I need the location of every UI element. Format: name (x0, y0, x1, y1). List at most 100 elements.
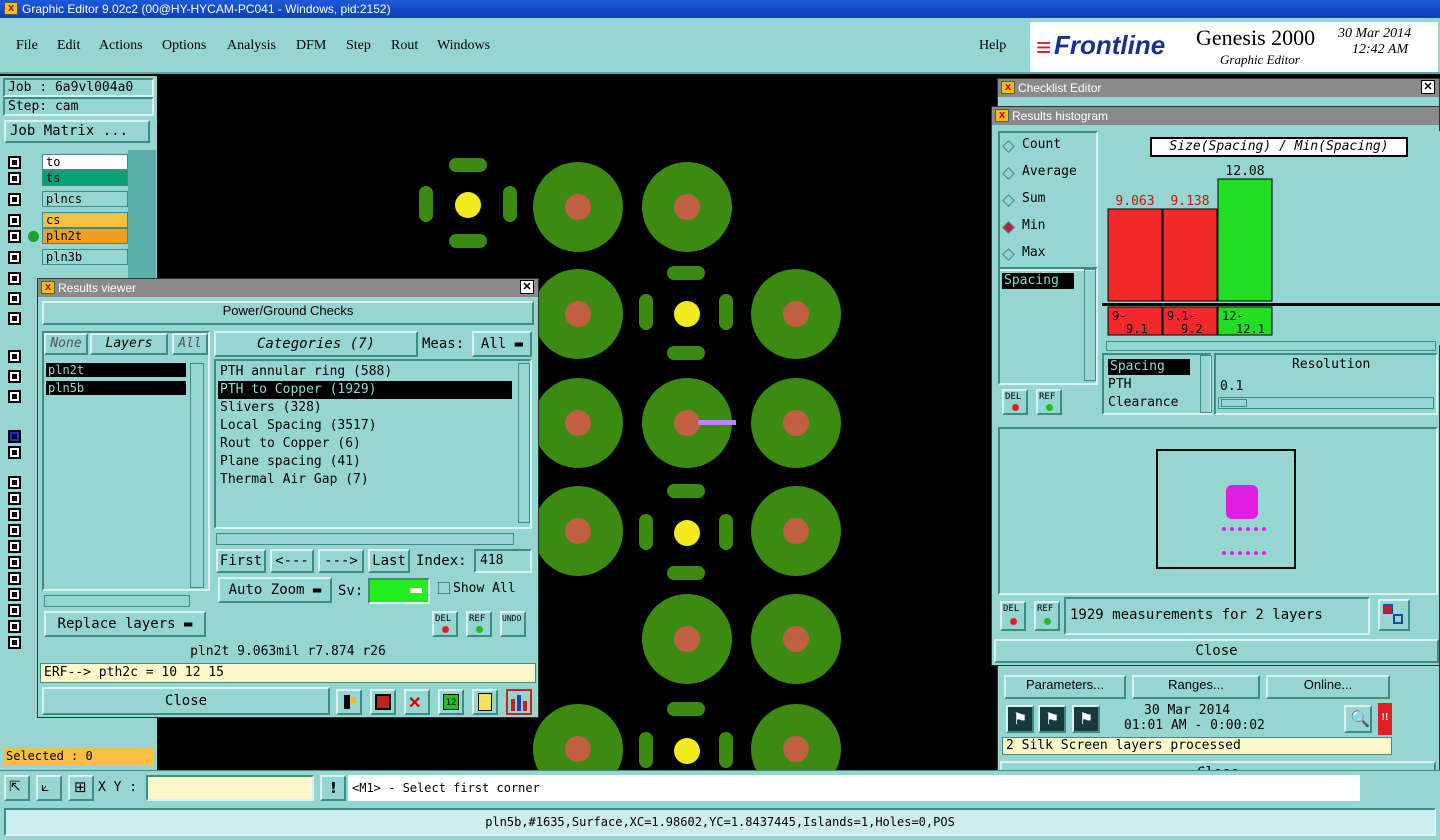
job-matrix-button[interactable]: Job Matrix ... (4, 120, 150, 143)
histogram-bar[interactable] (1162, 208, 1218, 302)
show-all-checkbox[interactable] (438, 582, 450, 594)
ref-icon[interactable]: REF (466, 611, 492, 637)
category-item[interactable]: Local Spacing (3517) (218, 417, 512, 435)
category-item[interactable]: Slivers (328) (218, 399, 512, 417)
category-item[interactable]: Plane spacing (41) (218, 453, 512, 471)
category-item[interactable]: PTH to Copper (1929) (218, 381, 512, 399)
layer-row[interactable]: pln2t (4, 228, 152, 245)
histogram-hscrollbar[interactable] (1106, 341, 1436, 351)
meas-dropdown[interactable]: All ▬ (472, 331, 532, 357)
menu-analysis[interactable]: Analysis (227, 38, 276, 54)
radio-selected-icon[interactable] (1002, 221, 1015, 234)
parameters-button[interactable]: Parameters... (1004, 675, 1126, 699)
menu-edit[interactable]: Edit (57, 38, 80, 54)
menu-dfm[interactable]: DFM (296, 38, 326, 54)
layer-checkbox[interactable] (8, 230, 21, 243)
measure-icon[interactable]: ⟀ (36, 775, 62, 801)
close-icon[interactable]: ✕ (520, 280, 534, 294)
chart-tool-icon[interactable] (370, 689, 396, 715)
histogram-bar[interactable] (1107, 208, 1163, 302)
menu-step[interactable]: Step (346, 38, 371, 54)
menu-help[interactable]: Help (979, 38, 1006, 54)
layer-row[interactable]: pln3b (4, 249, 152, 266)
categories-button[interactable]: Categories (7) (214, 331, 418, 357)
radio-icon[interactable] (1002, 167, 1015, 180)
categories-hscrollbar[interactable] (216, 533, 514, 545)
metric-list-item[interactable]: PTH (1108, 377, 1131, 392)
first-button[interactable]: First (216, 549, 266, 573)
spacing-list-item[interactable]: Spacing (1002, 273, 1074, 289)
menu-options[interactable]: Options (162, 38, 206, 54)
index-input[interactable]: 418 (474, 549, 532, 573)
run-icon[interactable]: ⚑ (1006, 705, 1034, 733)
resolution-slider[interactable] (1218, 397, 1434, 409)
prev-button[interactable]: <--- (270, 549, 314, 573)
alert-icon[interactable]: !! (1378, 703, 1392, 735)
run-all-icon[interactable]: ⚑ (1038, 705, 1066, 733)
layer-list-item[interactable]: pln2t (46, 363, 186, 377)
layer-checkbox[interactable] (8, 214, 21, 227)
layer-row[interactable]: ts (4, 170, 152, 187)
mode-option[interactable]: Min (1002, 218, 1096, 245)
ranges-button[interactable]: Ranges... (1132, 675, 1260, 699)
menu-rout[interactable]: Rout (391, 38, 418, 54)
menu-actions[interactable]: Actions (99, 38, 143, 54)
slider-thumb[interactable] (1221, 399, 1247, 407)
layer-list-item[interactable]: pln5b (46, 381, 186, 395)
power-ground-header[interactable]: Power/Ground Checks (42, 301, 534, 325)
layer-row[interactable]: plncs (4, 191, 152, 208)
category-item[interactable]: Rout to Copper (6) (218, 435, 512, 453)
zoom-icon[interactable]: 🔍 (1344, 705, 1372, 733)
layer-tool-icon[interactable] (336, 689, 362, 715)
layer-checkbox[interactable] (8, 156, 21, 169)
del-icon[interactable]: DEL (432, 611, 458, 637)
mode-option[interactable]: Sum (1002, 191, 1096, 218)
grid-icon[interactable]: ⊞ (68, 775, 94, 801)
export-icon[interactable] (1378, 599, 1410, 631)
radio-icon[interactable] (1002, 140, 1015, 153)
ref-icon[interactable]: REF (1036, 389, 1062, 415)
auto-zoom-dropdown[interactable]: Auto Zoom ▬ (218, 577, 332, 603)
next-button[interactable]: ---> (318, 549, 364, 573)
report-tool-icon[interactable] (472, 689, 498, 715)
categories-scrollbar[interactable] (518, 363, 530, 523)
menu-file[interactable]: File (16, 38, 38, 54)
del-icon[interactable]: DEL (1000, 601, 1026, 631)
info-icon[interactable]: ! (320, 775, 346, 801)
metric-list-scrollbar[interactable] (1200, 355, 1212, 413)
undo-icon[interactable]: UNDO (500, 611, 526, 637)
close-button[interactable]: Close (42, 687, 330, 715)
last-button[interactable]: Last (368, 549, 410, 573)
close-icon[interactable]: ✕ (1421, 80, 1435, 94)
severity-color-dropdown[interactable] (368, 578, 430, 604)
histogram-tool-icon[interactable] (506, 689, 532, 715)
run-selected-icon[interactable]: ⚑ (1072, 705, 1100, 733)
layer-row[interactable]: to (4, 154, 152, 171)
metric-list-item[interactable]: Spacing (1108, 359, 1190, 375)
xy-input[interactable] (146, 775, 314, 801)
more-layer-checkboxes[interactable] (4, 270, 34, 650)
clear-tool-icon[interactable]: ✕ (404, 689, 430, 715)
spacing-list-scrollbar[interactable] (1084, 269, 1096, 381)
histogram-bar[interactable] (1217, 178, 1273, 302)
layer-checkbox[interactable] (8, 172, 21, 185)
replace-layers-button[interactable]: Replace layers ▬ (44, 611, 206, 637)
none-button[interactable]: None (44, 333, 88, 355)
layers-hscrollbar[interactable] (44, 595, 190, 607)
layer-row[interactable]: cs (4, 212, 152, 229)
radio-icon[interactable] (1002, 248, 1015, 261)
metric-list-item[interactable]: Clearance (1108, 395, 1178, 410)
all-button[interactable]: All (172, 333, 208, 355)
number-tool-icon[interactable]: 12 (438, 689, 464, 715)
del-icon[interactable]: DEL (1002, 389, 1028, 415)
histogram-close-button[interactable]: Close (994, 639, 1439, 663)
radio-icon[interactable] (1002, 194, 1015, 207)
category-item[interactable]: PTH annular ring (588) (218, 363, 512, 381)
layers-button[interactable]: Layers (90, 333, 168, 355)
category-item[interactable]: Thermal Air Gap (7) (218, 471, 512, 489)
online-button[interactable]: Online... (1266, 675, 1390, 699)
snap-icon[interactable]: ⇱ (4, 775, 30, 801)
mode-option[interactable]: Average (1002, 164, 1096, 191)
mode-option[interactable]: Count (1002, 137, 1096, 164)
menu-windows[interactable]: Windows (437, 38, 490, 54)
